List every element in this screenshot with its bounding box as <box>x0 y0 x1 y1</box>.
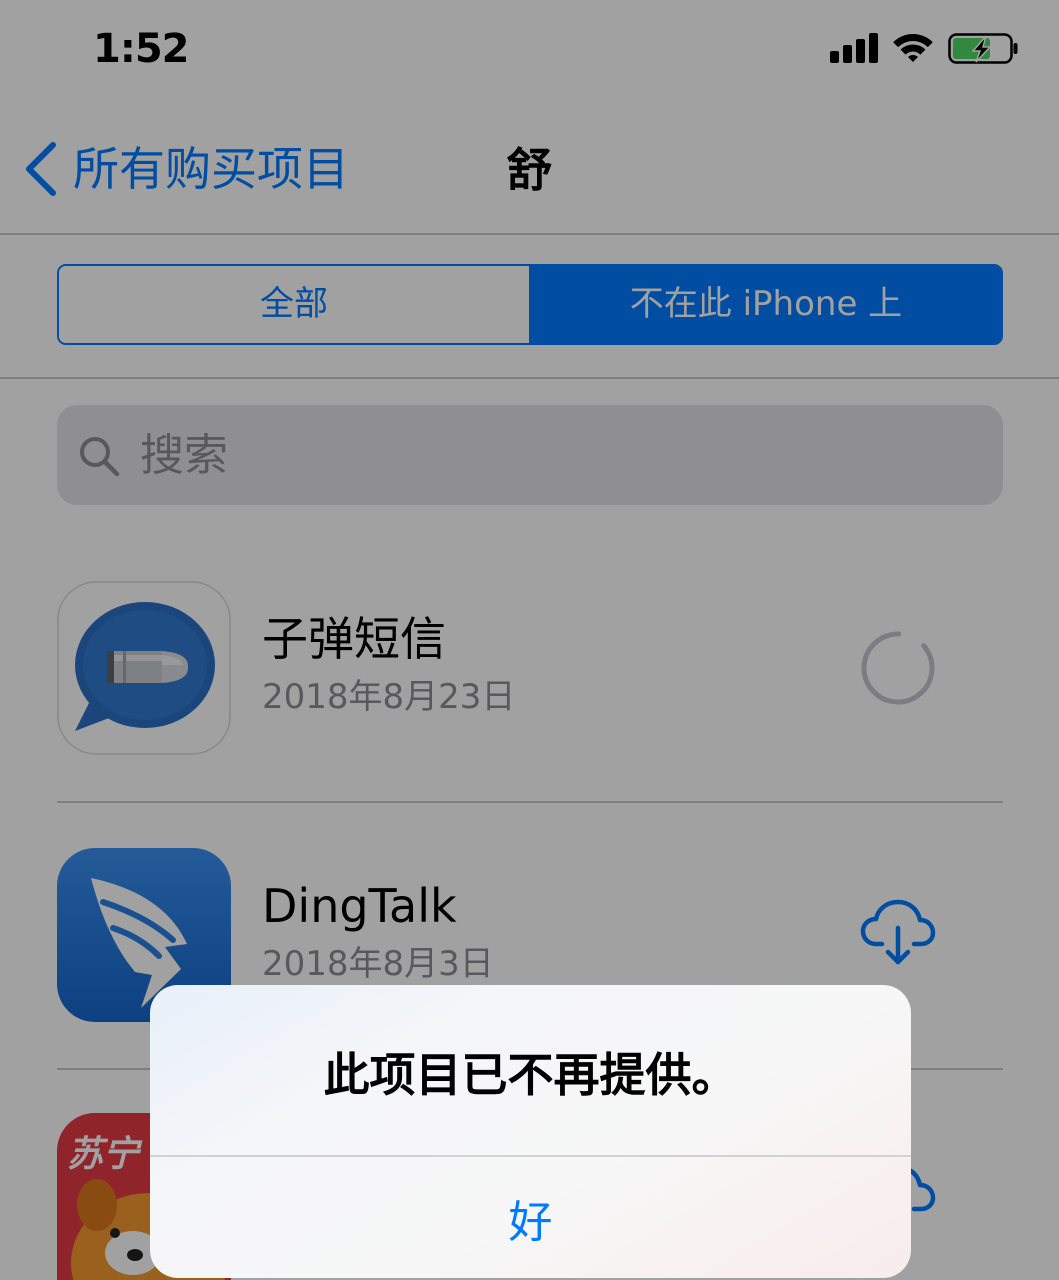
alert-ok-button[interactable]: 好 <box>150 1157 911 1278</box>
alert-message: 此项目已不再提供。 <box>323 1048 738 1102</box>
alert-dialog: 此项目已不再提供。 好 <box>150 985 911 1278</box>
